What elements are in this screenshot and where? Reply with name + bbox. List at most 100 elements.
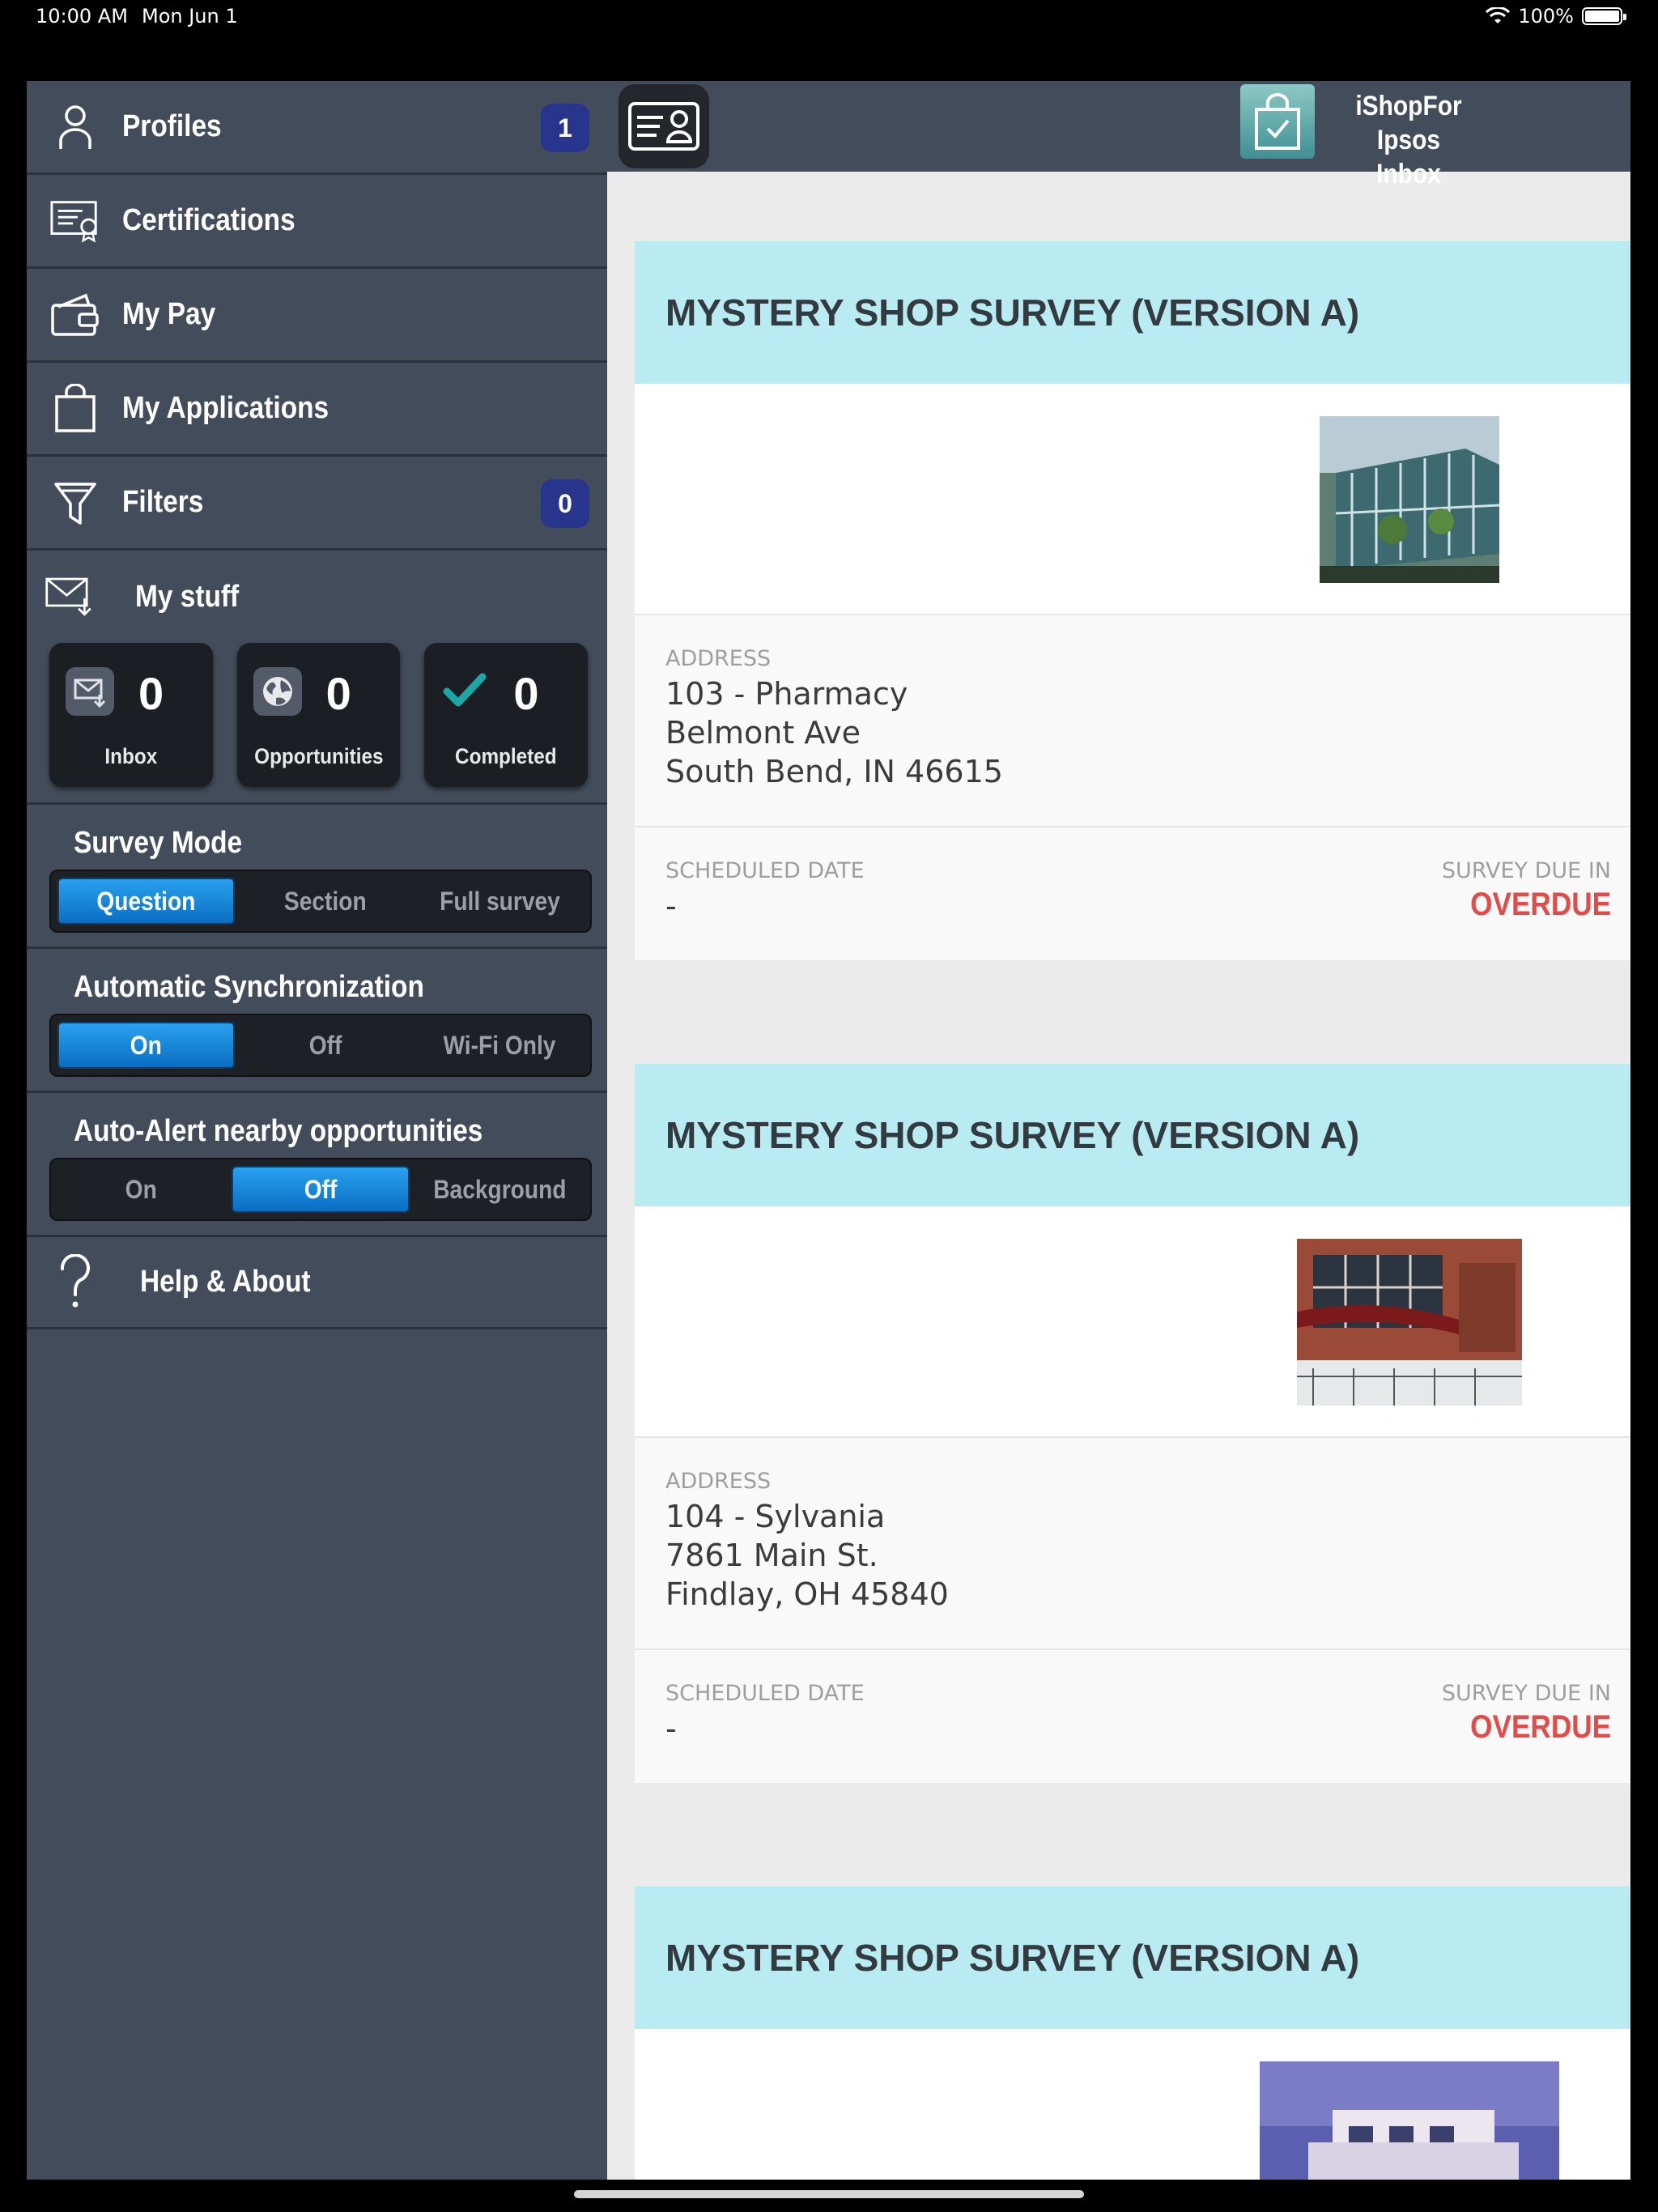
scheduled-date-label: SCHEDULED DATE xyxy=(665,858,865,883)
auto-alert-setting: Auto-Alert nearby opportunities On Off B… xyxy=(27,1093,607,1237)
address-line-1: 103 - Pharmacy xyxy=(665,676,908,712)
sidebar-item-filters[interactable]: Filters 0 xyxy=(27,457,607,551)
inbox-tile[interactable]: 0 Inbox xyxy=(49,643,213,787)
filter-icon xyxy=(49,477,101,529)
address-section: ADDRESS 104 - Sylvania 7861 Main St. Fin… xyxy=(635,1438,1630,1650)
overdue-status: OVERDUE xyxy=(1469,887,1611,922)
globe-icon xyxy=(253,667,302,716)
status-time: 10:00 AM xyxy=(36,5,128,28)
survey-mode-question-option[interactable]: Question xyxy=(57,878,236,925)
auto-alert-on-option[interactable]: On xyxy=(54,1163,228,1216)
my-stuff-tiles: 0 Inbox 0 Opportunities 0 Completed xyxy=(27,643,607,805)
store-photo xyxy=(1297,1239,1522,1406)
scheduled-date-value: - xyxy=(665,1711,677,1746)
auto-alert-off-option[interactable]: Off xyxy=(232,1166,410,1213)
inbox-count: 0 xyxy=(138,668,164,719)
survey-mode-segmented-control: Question Section Full survey xyxy=(49,870,592,933)
main-content: iShopFor Ipsos Inbox MYSTERY SHOP SURVEY… xyxy=(607,81,1630,2180)
inbox-label: Inbox xyxy=(104,744,158,768)
schedule-section: SCHEDULED DATE - SURVEY DUE IN OVERDUE xyxy=(635,827,1630,960)
survey-image-area xyxy=(635,1206,1630,1438)
sidebar-item-help-about[interactable]: Help & About xyxy=(27,1237,607,1329)
store-photo xyxy=(1320,416,1499,583)
survey-due-label: SURVEY DUE IN xyxy=(1441,858,1611,883)
sidebar-item-label: Certifications xyxy=(122,203,295,237)
id-card-icon xyxy=(628,102,699,151)
address-line-2: Belmont Ave xyxy=(665,715,861,751)
overdue-status: OVERDUE xyxy=(1469,1709,1611,1745)
schedule-section: SCHEDULED DATE - SURVEY DUE IN OVERDUE xyxy=(635,1650,1630,1783)
sync-off-option[interactable]: Off xyxy=(238,1019,412,1072)
scheduled-date: SCHEDULED DATE - xyxy=(665,1681,865,1746)
sync-wifi-only-option[interactable]: Wi-Fi Only xyxy=(413,1019,587,1072)
wallet-icon xyxy=(49,289,101,341)
address-line-2: 7861 Main St. xyxy=(665,1538,878,1573)
address-line-3: South Bend, IN 46615 xyxy=(665,754,1003,789)
completed-tile[interactable]: 0 Completed xyxy=(424,643,589,787)
top-bar: iShopFor Ipsos Inbox xyxy=(607,81,1630,189)
sync-on-option[interactable]: On xyxy=(57,1022,236,1069)
certificate-icon xyxy=(49,195,101,247)
profile-card-button[interactable] xyxy=(619,84,709,168)
checkmark-icon xyxy=(443,673,487,707)
sidebar-item-label: Help & About xyxy=(140,1265,311,1299)
profiles-count-badge: 1 xyxy=(541,104,589,152)
filters-count-badge: 0 xyxy=(541,479,589,528)
survey-image-area xyxy=(635,2029,1630,2180)
wifi-icon xyxy=(1486,7,1511,23)
sidebar-item-my-pay[interactable]: My Pay xyxy=(27,269,607,363)
auto-alert-background-option[interactable]: Background xyxy=(413,1163,587,1216)
sidebar-item-certifications[interactable]: Certifications xyxy=(27,175,607,269)
address-section: ADDRESS 103 - Pharmacy Belmont Ave South… xyxy=(635,615,1630,827)
brand-name: iShopFor Ipsos xyxy=(1355,91,1462,155)
survey-mode-setting: Survey Mode Question Section Full survey xyxy=(27,805,607,949)
survey-image-area xyxy=(635,384,1630,615)
brand-title: iShopFor Ipsos Inbox xyxy=(1337,89,1480,191)
auto-alert-segmented-control: On Off Background xyxy=(49,1158,592,1221)
address-line-3: Findlay, OH 45840 xyxy=(665,1576,949,1612)
sync-title: Automatic Synchronization xyxy=(74,970,424,1004)
scheduled-date: SCHEDULED DATE - xyxy=(665,858,865,924)
survey-mode-section-option[interactable]: Section xyxy=(238,874,412,928)
envelope-icon xyxy=(66,667,114,716)
address-line-1: 104 - Sylvania xyxy=(665,1499,886,1534)
sidebar-item-label: Profiles xyxy=(122,109,222,143)
completed-count: 0 xyxy=(513,668,539,719)
sidebar: Profiles 1 Certifications My Pay My Appl… xyxy=(27,81,607,2180)
app-root: 10:00 AM Mon Jun 1 100% Profiles 1 Certi… xyxy=(0,0,1658,2212)
question-mark-icon xyxy=(49,1253,101,1308)
survey-card[interactable]: MYSTERY SHOP SURVEY (VERSION A) xyxy=(635,1064,1630,1783)
store-photo xyxy=(1260,2061,1559,2180)
survey-title: MYSTERY SHOP SURVEY (VERSION A) xyxy=(635,1887,1630,2029)
auto-alert-title: Auto-Alert nearby opportunities xyxy=(74,1114,483,1148)
survey-title: MYSTERY SHOP SURVEY (VERSION A) xyxy=(635,1064,1630,1206)
sidebar-item-my-applications[interactable]: My Applications xyxy=(27,363,607,457)
survey-title: MYSTERY SHOP SURVEY (VERSION A) xyxy=(635,241,1630,384)
person-icon xyxy=(49,101,101,153)
opportunities-tile[interactable]: 0 Opportunities xyxy=(236,643,401,787)
my-stuff-title: My stuff xyxy=(135,579,240,614)
current-view-name: Inbox xyxy=(1376,159,1441,189)
scheduled-date-value: - xyxy=(665,888,677,924)
sidebar-item-profiles[interactable]: Profiles 1 xyxy=(27,81,607,175)
sync-setting: Automatic Synchronization On Off Wi-Fi O… xyxy=(27,949,607,1093)
status-right: 100% xyxy=(1486,5,1626,28)
shopping-bag-icon xyxy=(49,383,101,435)
home-indicator[interactable] xyxy=(574,2190,1084,2198)
status-bar: 10:00 AM Mon Jun 1 100% xyxy=(0,0,1658,36)
survey-due-label: SURVEY DUE IN xyxy=(1441,1681,1611,1706)
survey-card[interactable]: MYSTERY SHOP SURVEY (VERSION A) xyxy=(635,1887,1630,2180)
sync-segmented-control: On Off Wi-Fi Only xyxy=(49,1014,592,1077)
survey-due: SURVEY DUE IN OVERDUE xyxy=(1442,858,1611,923)
survey-card[interactable]: MYSTERY SHOP SURVEY (VERSION A) ADDRESS … xyxy=(635,241,1630,960)
battery-percent: 100% xyxy=(1518,5,1574,28)
battery-icon xyxy=(1582,7,1626,25)
opportunities-count: 0 xyxy=(325,668,351,719)
sidebar-item-label: My Pay xyxy=(122,297,216,331)
survey-mode-full-survey-option[interactable]: Full survey xyxy=(413,874,587,928)
survey-mode-title: Survey Mode xyxy=(74,826,243,860)
address-label: ADDRESS xyxy=(665,646,772,671)
sidebar-item-label: My Applications xyxy=(122,391,329,425)
opportunities-label: Opportunities xyxy=(253,744,384,768)
sidebar-item-label: Filters xyxy=(122,485,204,519)
